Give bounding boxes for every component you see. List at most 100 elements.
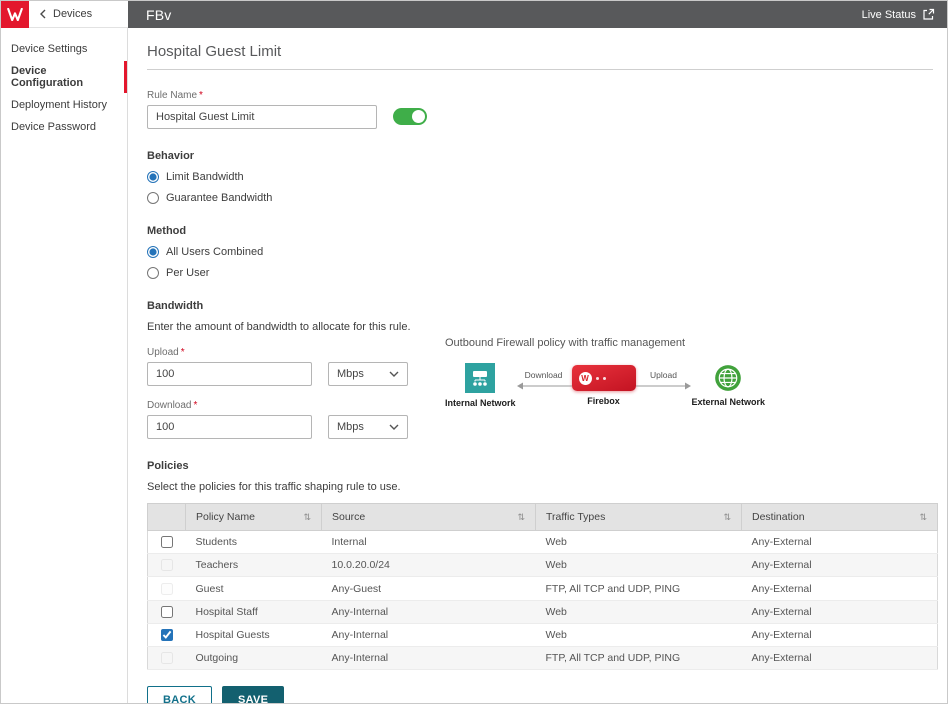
header-checkbox-column bbox=[148, 504, 186, 531]
cell-traffic-types: Web bbox=[536, 600, 742, 623]
sidebar-item-label: Device Settings bbox=[11, 43, 87, 55]
policy-checkbox[interactable] bbox=[161, 606, 173, 618]
external-link-icon bbox=[922, 8, 935, 21]
column-header-policy-name[interactable]: Policy Name⇅ bbox=[186, 504, 322, 531]
sidebar-item-label: Device Password bbox=[11, 121, 96, 133]
cell-traffic-types: FTP, All TCP and UDP, PING bbox=[536, 577, 742, 600]
sidebar-item-device-password[interactable]: Device Password bbox=[1, 116, 127, 138]
cell-destination: Any-External bbox=[742, 577, 938, 600]
radio-input[interactable] bbox=[147, 171, 159, 183]
arrow-right-icon bbox=[636, 381, 692, 391]
radio-input[interactable] bbox=[147, 267, 159, 279]
cell-policy-name: Hospital Guests bbox=[186, 623, 322, 646]
radio-input[interactable] bbox=[147, 192, 159, 204]
column-header-destination[interactable]: Destination⇅ bbox=[742, 504, 938, 531]
row-checkbox-cell bbox=[148, 531, 186, 554]
column-header-traffic-types[interactable]: Traffic Types⇅ bbox=[536, 504, 742, 531]
table-row: Students Internal Web Any-External bbox=[148, 531, 938, 554]
watchguard-logo[interactable] bbox=[1, 1, 29, 28]
table-row: Hospital Guests Any-Internal Web Any-Ext… bbox=[148, 623, 938, 646]
cell-destination: Any-External bbox=[742, 600, 938, 623]
policies-section: Policies Select the policies for this tr… bbox=[147, 460, 933, 670]
upload-value-input[interactable] bbox=[147, 362, 312, 386]
radio-guarantee-bandwidth[interactable]: Guarantee Bandwidth bbox=[147, 192, 272, 204]
radio-all-users-combined[interactable]: All Users Combined bbox=[147, 246, 263, 258]
sidebar-item-deployment-history[interactable]: Deployment History bbox=[1, 94, 127, 116]
back-button[interactable]: BACK bbox=[147, 686, 212, 703]
app-window: Devices FBv Live Status Device Settings … bbox=[0, 0, 948, 704]
live-status-label: Live Status bbox=[862, 9, 916, 21]
cell-destination: Any-External bbox=[742, 531, 938, 554]
firebox-label: Firebox bbox=[587, 396, 620, 406]
cell-policy-name: Outgoing bbox=[186, 647, 322, 670]
cell-source: Any-Internal bbox=[322, 600, 536, 623]
table-row: Teachers 10.0.20.0/24 Web Any-External bbox=[148, 554, 938, 577]
sort-icon[interactable]: ⇅ bbox=[517, 512, 525, 523]
firebox-device-icon: W bbox=[572, 365, 636, 391]
cell-destination: Any-External bbox=[742, 554, 938, 577]
chevron-down-icon bbox=[389, 424, 399, 430]
cell-policy-name: Guest bbox=[186, 577, 322, 600]
rule-name-block: Rule Name* bbox=[147, 90, 933, 129]
row-checkbox-cell bbox=[148, 623, 186, 646]
row-checkbox-cell bbox=[148, 577, 186, 600]
table-row: Outgoing Any-Internal FTP, All TCP and U… bbox=[148, 647, 938, 670]
row-checkbox-cell bbox=[148, 554, 186, 577]
policies-table: Policy Name⇅ Source⇅ Traffic Types⇅ Dest… bbox=[147, 503, 938, 670]
download-unit-select[interactable]: Mbps bbox=[328, 415, 408, 439]
action-buttons: BACK SAVE bbox=[147, 686, 933, 703]
sort-icon[interactable]: ⇅ bbox=[919, 512, 927, 523]
main-content: Hospital Guest Limit Rule Name* Behavior… bbox=[129, 28, 947, 703]
chevron-left-icon bbox=[39, 9, 47, 19]
radio-label: Guarantee Bandwidth bbox=[166, 192, 272, 204]
policy-checkbox[interactable] bbox=[161, 629, 173, 641]
radio-limit-bandwidth[interactable]: Limit Bandwidth bbox=[147, 171, 244, 183]
policy-checkbox[interactable] bbox=[161, 652, 173, 664]
external-network-label: External Network bbox=[692, 397, 766, 407]
breadcrumb-devices[interactable]: Devices bbox=[29, 1, 128, 28]
sidebar-item-device-settings[interactable]: Device Settings bbox=[1, 38, 127, 60]
sort-icon[interactable]: ⇅ bbox=[303, 512, 311, 523]
policy-checkbox[interactable] bbox=[161, 559, 173, 571]
save-button[interactable]: SAVE bbox=[222, 686, 284, 703]
radio-per-user[interactable]: Per User bbox=[147, 267, 209, 279]
sidebar-item-device-configuration[interactable]: Device Configuration bbox=[1, 60, 127, 94]
upload-unit-select[interactable]: Mbps bbox=[328, 362, 408, 386]
policy-checkbox[interactable] bbox=[161, 536, 173, 548]
cell-traffic-types: FTP, All TCP and UDP, PING bbox=[536, 647, 742, 670]
policy-checkbox[interactable] bbox=[161, 583, 173, 595]
cell-destination: Any-External bbox=[742, 623, 938, 646]
cell-policy-name: Teachers bbox=[186, 554, 322, 577]
top-bar: Devices FBv Live Status bbox=[1, 1, 947, 28]
internal-network-node: Internal Network bbox=[445, 363, 516, 408]
external-network-node: External Network bbox=[692, 364, 766, 407]
diagram-caption: Outbound Firewall policy with traffic ma… bbox=[445, 337, 765, 349]
rule-enabled-toggle[interactable] bbox=[393, 108, 427, 125]
arrow-left-icon bbox=[516, 381, 572, 391]
rule-name-input[interactable] bbox=[147, 105, 377, 129]
live-status-link[interactable]: Live Status bbox=[862, 8, 935, 21]
upload-label: Upload bbox=[147, 347, 179, 358]
chevron-down-icon bbox=[389, 371, 399, 377]
breadcrumb-label: Devices bbox=[53, 8, 92, 20]
cell-traffic-types: Web bbox=[536, 554, 742, 577]
bandwidth-description: Enter the amount of bandwidth to allocat… bbox=[147, 321, 933, 333]
upload-arrow: Upload bbox=[636, 373, 692, 399]
method-section: Method All Users Combined Per User bbox=[147, 225, 933, 279]
radio-input[interactable] bbox=[147, 246, 159, 258]
sidebar-item-label: Device Configuration bbox=[11, 65, 83, 89]
table-row: Guest Any-Guest FTP, All TCP and UDP, PI… bbox=[148, 577, 938, 600]
page-title: Hospital Guest Limit bbox=[147, 28, 933, 70]
row-checkbox-cell bbox=[148, 600, 186, 623]
sidebar: Device Settings Device Configuration Dep… bbox=[1, 28, 128, 703]
internal-network-icon bbox=[465, 363, 495, 393]
cell-policy-name: Hospital Staff bbox=[186, 600, 322, 623]
column-header-source[interactable]: Source⇅ bbox=[322, 504, 536, 531]
title-bar: FBv Live Status bbox=[128, 1, 947, 28]
behavior-label: Behavior bbox=[147, 150, 933, 162]
required-asterisk: * bbox=[193, 400, 197, 411]
table-row: Hospital Staff Any-Internal Web Any-Exte… bbox=[148, 600, 938, 623]
sort-icon[interactable]: ⇅ bbox=[723, 512, 731, 523]
download-value-input[interactable] bbox=[147, 415, 312, 439]
sidebar-item-label: Deployment History bbox=[11, 99, 107, 111]
